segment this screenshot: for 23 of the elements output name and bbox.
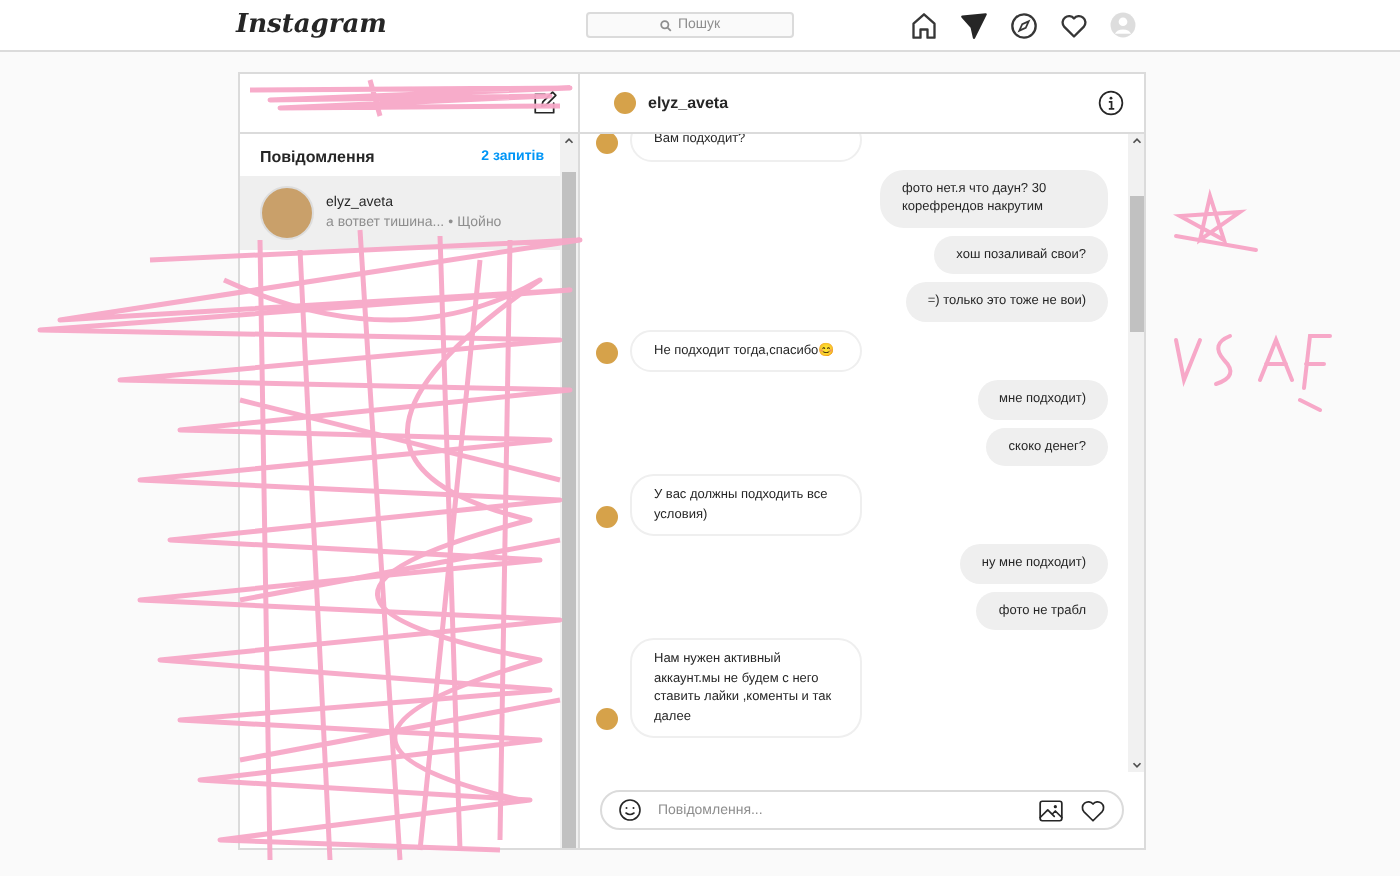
info-icon[interactable]: [1098, 90, 1124, 116]
avatar: [596, 506, 618, 528]
chat-username[interactable]: elyz_aveta: [648, 94, 729, 112]
scroll-down-icon[interactable]: [1129, 758, 1143, 772]
search-icon: [660, 19, 672, 31]
messages-heading: Повідомлення: [260, 148, 375, 166]
avatar: [260, 186, 314, 240]
image-icon[interactable]: [1038, 797, 1064, 823]
heart-icon[interactable]: [1060, 11, 1088, 39]
paper-plane-icon[interactable]: [960, 11, 988, 39]
scrollbar[interactable]: [1128, 134, 1144, 772]
compose-icon[interactable]: [532, 90, 558, 116]
scrollbar[interactable]: [560, 134, 578, 848]
avatar: [596, 708, 618, 730]
avatar: [596, 134, 618, 153]
emoji-icon[interactable]: [618, 798, 642, 822]
compass-icon[interactable]: [1010, 11, 1038, 39]
home-icon[interactable]: [910, 11, 938, 39]
heart-icon[interactable]: [1080, 797, 1106, 823]
scroll-up-icon[interactable]: [1129, 134, 1143, 148]
avatar: [596, 342, 618, 364]
scroll-up-icon[interactable]: [562, 134, 576, 148]
instagram-logo[interactable]: Instagram: [236, 10, 586, 40]
